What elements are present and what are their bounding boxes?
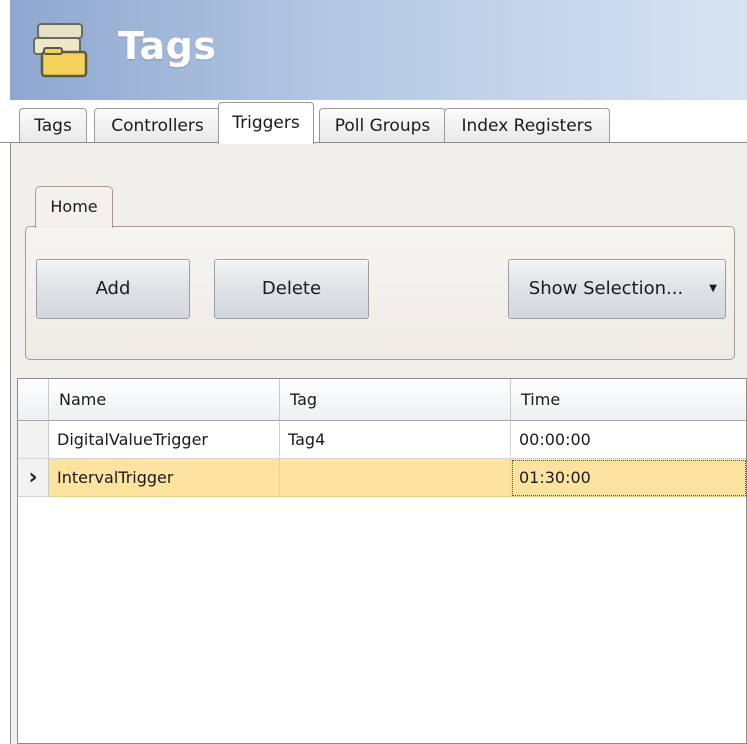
- current-row-indicator-icon[interactable]: ›: [18, 459, 49, 497]
- cell-name[interactable]: IntervalTrigger: [49, 459, 280, 497]
- column-header-name[interactable]: Name: [49, 379, 280, 421]
- row-header-corner: [18, 379, 49, 421]
- table-row[interactable]: DigitalValueTrigger Tag4 00:00:00: [18, 421, 746, 459]
- table-row-selected[interactable]: › IntervalTrigger 01:30:00: [18, 459, 746, 497]
- tab-index-registers[interactable]: Index Registers: [444, 108, 610, 142]
- tab-controllers[interactable]: Controllers: [94, 108, 221, 142]
- column-header-tag[interactable]: Tag: [280, 379, 511, 421]
- add-button[interactable]: Add: [36, 259, 190, 319]
- column-header-time[interactable]: Time: [511, 379, 746, 421]
- cell-time[interactable]: 00:00:00: [511, 421, 746, 459]
- row-header[interactable]: [18, 421, 49, 459]
- ribbon-tab-home[interactable]: Home: [35, 186, 113, 228]
- page-title: Tags: [118, 24, 217, 68]
- cell-time-focused[interactable]: 01:30:00: [511, 459, 746, 497]
- delete-button[interactable]: Delete: [214, 259, 369, 319]
- tab-tags[interactable]: Tags: [19, 108, 87, 142]
- triggers-grid: Name Tag Time DigitalValueTrigger Tag4 0…: [17, 378, 747, 744]
- tab-poll-groups[interactable]: Poll Groups: [319, 108, 446, 142]
- cell-tag[interactable]: [280, 459, 511, 497]
- page-header: Tags: [10, 0, 747, 100]
- cell-name[interactable]: DigitalValueTrigger: [49, 421, 280, 459]
- chevron-down-icon: ▼: [709, 283, 717, 294]
- tab-triggers[interactable]: Triggers: [218, 102, 314, 144]
- show-selection-label: Show Selection...: [528, 278, 684, 299]
- cell-tag[interactable]: Tag4: [280, 421, 511, 459]
- main-tab-strip: Tags Controllers Triggers Poll Groups In…: [10, 100, 747, 144]
- show-selection-button[interactable]: Show Selection... ▼: [508, 259, 726, 319]
- stacked-folders-icon: [33, 23, 88, 78]
